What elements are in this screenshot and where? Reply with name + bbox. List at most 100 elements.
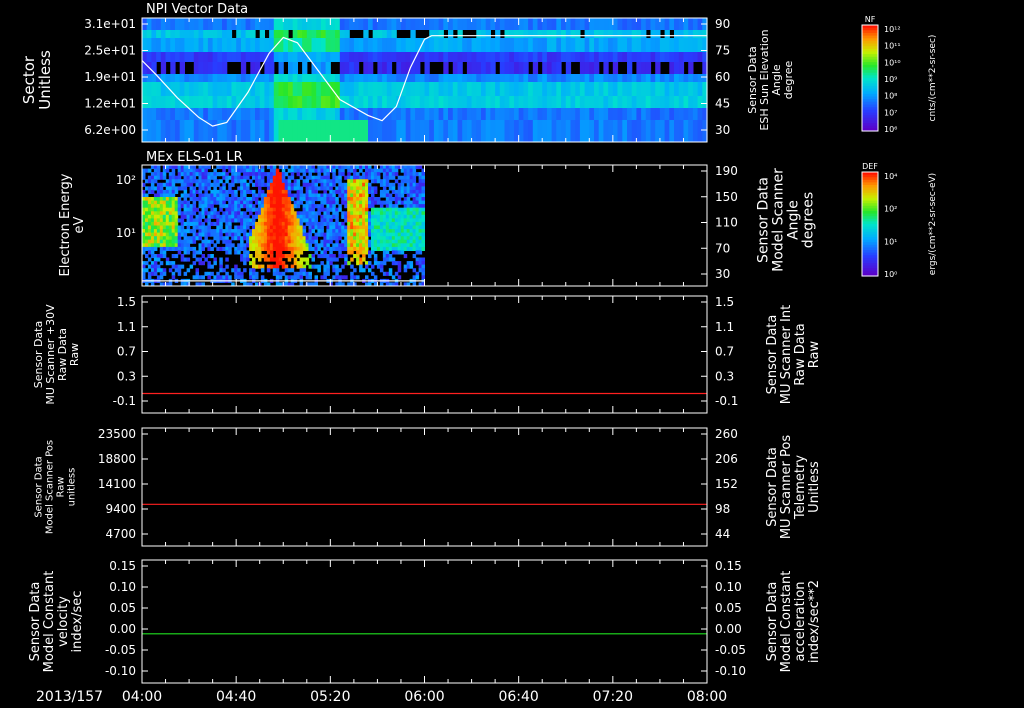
spectrogram-cell bbox=[290, 204, 295, 209]
spectrogram-cell bbox=[365, 179, 369, 184]
spectrogram-cell bbox=[353, 175, 357, 180]
spectrogram-cell bbox=[299, 271, 304, 276]
spectrogram-cell bbox=[518, 18, 524, 30]
spectrogram-cell bbox=[575, 18, 581, 30]
spectrogram-cell bbox=[177, 179, 182, 184]
spectrogram-cell bbox=[394, 168, 399, 173]
spectrogram-cell bbox=[320, 254, 324, 259]
spectrogram-cell bbox=[255, 271, 259, 276]
spectrogram-cell bbox=[645, 18, 652, 30]
spectrogram-cell bbox=[246, 204, 250, 209]
spectrogram-cell bbox=[641, 96, 647, 108]
spectrogram-cell bbox=[243, 200, 247, 205]
spectrogram-cell bbox=[255, 200, 259, 205]
spectrogram-cell bbox=[448, 74, 454, 82]
spectrogram-cell bbox=[400, 200, 405, 205]
spectrogram-cell bbox=[344, 246, 348, 251]
spectrogram-cell bbox=[171, 239, 176, 244]
spectrogram-cell bbox=[421, 200, 425, 205]
spectrogram-cell bbox=[237, 232, 241, 237]
spectrogram-cell bbox=[165, 193, 170, 198]
spectrogram-cell bbox=[391, 168, 396, 173]
spectrogram-cell bbox=[159, 275, 164, 280]
spectrogram-cell bbox=[222, 165, 226, 170]
spectrogram-cell bbox=[207, 261, 211, 266]
spectrogram-cell bbox=[260, 236, 265, 241]
spectrogram-cell bbox=[388, 204, 393, 209]
spectrogram-cell bbox=[476, 52, 482, 62]
spectrogram-cell bbox=[409, 239, 414, 244]
spectrogram-cell bbox=[228, 186, 232, 191]
spectrogram-cell bbox=[302, 207, 307, 212]
spectrogram-cell bbox=[683, 74, 689, 82]
spectrogram-cell bbox=[412, 172, 417, 177]
spectrogram-cell bbox=[688, 18, 694, 30]
spectrogram-cell bbox=[180, 254, 185, 259]
spectrogram-cell bbox=[518, 108, 524, 120]
spectrogram-cell bbox=[275, 271, 280, 276]
spectrogram-cell bbox=[400, 168, 405, 173]
spectrogram-cell bbox=[372, 82, 378, 96]
spectrogram-cell bbox=[165, 38, 171, 52]
spectrogram-cell bbox=[203, 96, 209, 108]
spectrogram-cell bbox=[177, 168, 182, 173]
spectrogram-cell bbox=[171, 229, 176, 234]
spectrogram-cell bbox=[165, 204, 170, 209]
spectrogram-cell bbox=[509, 74, 515, 82]
spectrogram-cell bbox=[385, 200, 390, 205]
spectrogram-cell bbox=[243, 221, 247, 226]
spectrogram-cell bbox=[292, 62, 298, 74]
spectrogram-cell bbox=[584, 74, 590, 82]
spectrogram-cell bbox=[278, 271, 283, 276]
spectrogram-cell bbox=[150, 229, 155, 234]
spectrogram-cell bbox=[344, 30, 350, 38]
spectrogram-cell bbox=[159, 175, 164, 180]
spectrogram-cell bbox=[216, 182, 220, 187]
spectrogram-cell bbox=[284, 268, 289, 273]
spectrogram-cell bbox=[222, 246, 226, 251]
spectrogram-cell bbox=[542, 82, 548, 96]
spectrogram-cell bbox=[317, 207, 321, 212]
spectrogram-cell bbox=[226, 30, 233, 38]
spectrogram-cell bbox=[532, 96, 539, 108]
spectrogram-cell bbox=[207, 232, 211, 237]
spectrogram-cell bbox=[216, 193, 220, 198]
spectrogram-cell bbox=[391, 204, 396, 209]
spectrogram-cell bbox=[162, 168, 167, 173]
spectrogram-cell bbox=[275, 168, 280, 173]
spectrogram-cell bbox=[371, 204, 375, 209]
spectrogram-cell bbox=[546, 96, 553, 108]
spectrogram-cell bbox=[329, 200, 333, 205]
spectrogram-cell bbox=[165, 168, 170, 173]
spectrogram-cell bbox=[368, 250, 372, 255]
spectrogram-cell bbox=[150, 261, 155, 266]
spectrogram-cell bbox=[421, 179, 425, 184]
spectrogram-cell bbox=[269, 96, 275, 108]
spectrogram-cell bbox=[278, 229, 283, 234]
spectrogram-cell bbox=[353, 275, 357, 280]
spectrogram-cell bbox=[655, 82, 661, 96]
spectrogram-cell bbox=[150, 182, 155, 187]
spectrogram-cell bbox=[283, 108, 289, 120]
spectrogram-cell bbox=[546, 120, 553, 142]
spectrogram-cell bbox=[259, 96, 265, 108]
spectrogram-cell bbox=[260, 268, 265, 273]
spectrogram-cell bbox=[385, 236, 390, 241]
spectrogram-cell bbox=[222, 239, 226, 244]
spectrogram-cell bbox=[403, 168, 408, 173]
spectrogram-cell bbox=[359, 250, 363, 255]
spectrogram-cell bbox=[636, 62, 642, 74]
spectrogram-cell bbox=[674, 30, 680, 38]
spectrogram-cell bbox=[397, 264, 402, 269]
spectrogram-cell bbox=[421, 271, 425, 276]
spectrogram-cell bbox=[359, 189, 363, 194]
spectrogram-cell bbox=[222, 275, 226, 280]
spectrogram-cell bbox=[260, 189, 265, 194]
spectrogram-cell bbox=[368, 189, 372, 194]
spectrogram-cell bbox=[290, 214, 295, 219]
spectrogram-cell bbox=[246, 254, 250, 259]
spectrogram-cell bbox=[335, 214, 339, 219]
spectrogram-cell bbox=[278, 207, 283, 212]
spectrogram-cell bbox=[203, 38, 209, 52]
spectrogram-cell bbox=[219, 225, 223, 230]
